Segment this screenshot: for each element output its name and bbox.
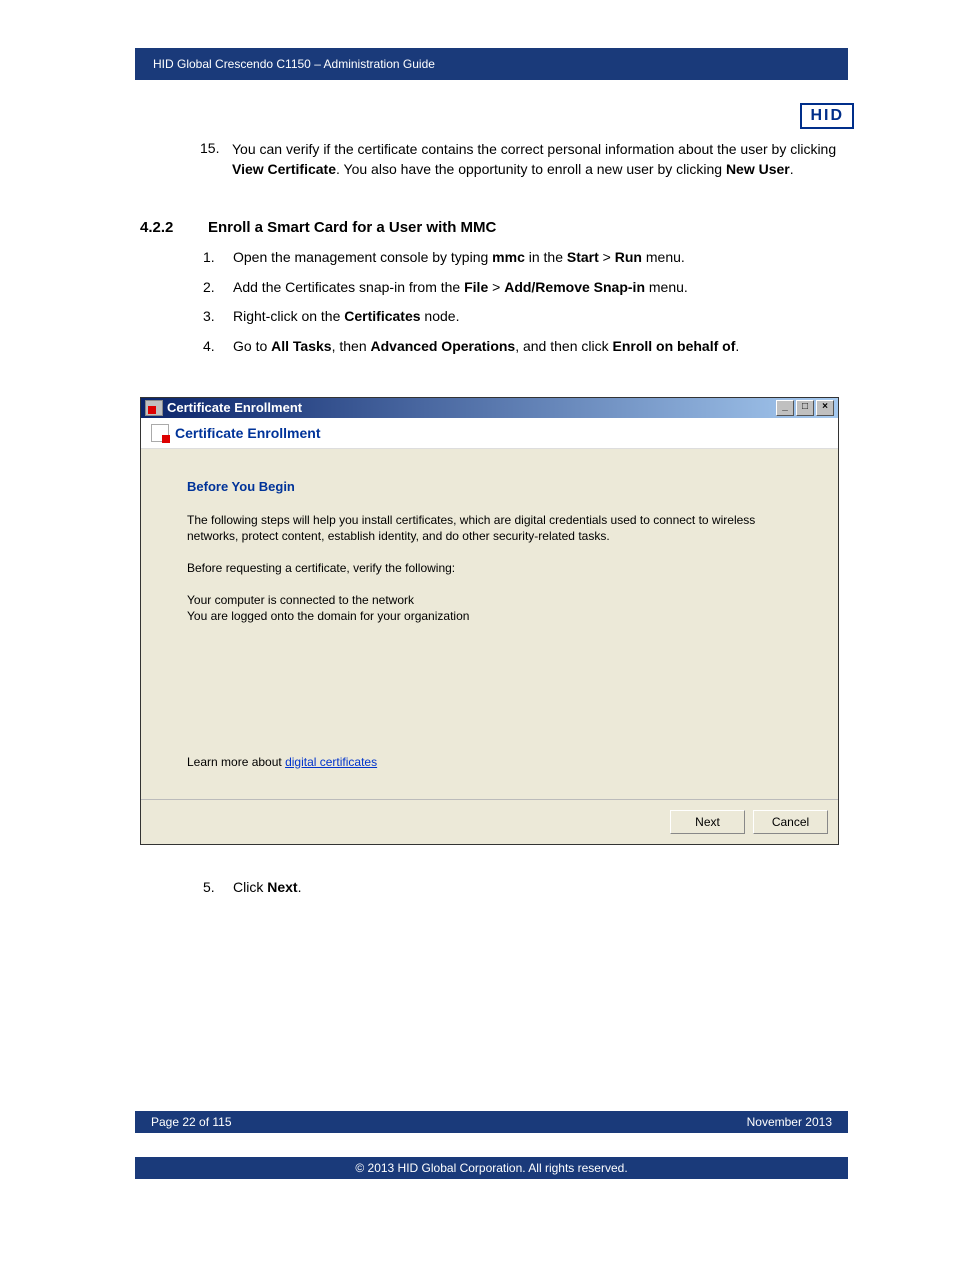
step-3: 3. Right-click on the Certificates node. <box>203 307 848 327</box>
step-4: 4. Go to All Tasks, then Advanced Operat… <box>203 337 848 357</box>
maximize-button[interactable]: □ <box>796 400 814 416</box>
intro-text: The following steps will help you instal… <box>187 512 792 544</box>
cancel-button[interactable]: Cancel <box>753 810 828 834</box>
title-bar[interactable]: Certificate Enrollment _ □ × <box>141 398 838 418</box>
step-2: 2. Add the Certificates snap-in from the… <box>203 278 848 298</box>
close-button[interactable]: × <box>816 400 834 416</box>
dialog-subtitle: Certificate Enrollment <box>175 425 320 441</box>
dialog-subheader: Certificate Enrollment <box>141 418 838 449</box>
step-15: 15. You can verify if the certificate co… <box>200 140 848 179</box>
next-button[interactable]: Next <box>670 810 745 834</box>
certificate-enrollment-dialog: Certificate Enrollment _ □ × Certificate… <box>140 397 839 845</box>
step-5: 5. Click Next. <box>203 879 848 895</box>
section-heading: 4.2.2 Enroll a Smart Card for a User wit… <box>140 219 848 236</box>
footer-bar-1: Page 22 of 115 November 2013 <box>135 1111 848 1133</box>
minimize-button[interactable]: _ <box>776 400 794 416</box>
certificate-icon <box>145 400 163 416</box>
doc-header: HID Global Crescendo C1150 – Administrat… <box>135 48 848 80</box>
doc-header-title: HID Global Crescendo C1150 – Administrat… <box>153 57 435 71</box>
digital-certificates-link[interactable]: digital certificates <box>285 755 377 769</box>
section-number: 4.2.2 <box>140 219 208 236</box>
footer-bar-2: © 2013 HID Global Corporation. All right… <box>135 1157 848 1179</box>
dialog-body: Before You Begin The following steps wil… <box>141 449 838 799</box>
step-text: You can verify if the certificate contai… <box>232 140 848 179</box>
dialog-footer: Next Cancel <box>141 799 838 844</box>
footer-date: November 2013 <box>747 1115 832 1129</box>
learn-more-line: Learn more about digital certificates <box>187 755 792 769</box>
certificate-icon <box>151 424 169 442</box>
step-number: 15. <box>200 140 232 179</box>
hid-logo: HID <box>800 103 854 129</box>
section-title: Enroll a Smart Card for a User with MMC <box>208 219 496 236</box>
copyright: © 2013 HID Global Corporation. All right… <box>355 1161 627 1175</box>
verify-text: Before requesting a certificate, verify … <box>187 560 792 576</box>
before-you-begin-heading: Before You Begin <box>187 479 792 494</box>
step-1: 1. Open the management console by typing… <box>203 248 848 268</box>
checklist: Your computer is connected to the networ… <box>187 592 792 624</box>
page-number: Page 22 of 115 <box>151 1115 232 1129</box>
window-title: Certificate Enrollment <box>167 400 774 415</box>
